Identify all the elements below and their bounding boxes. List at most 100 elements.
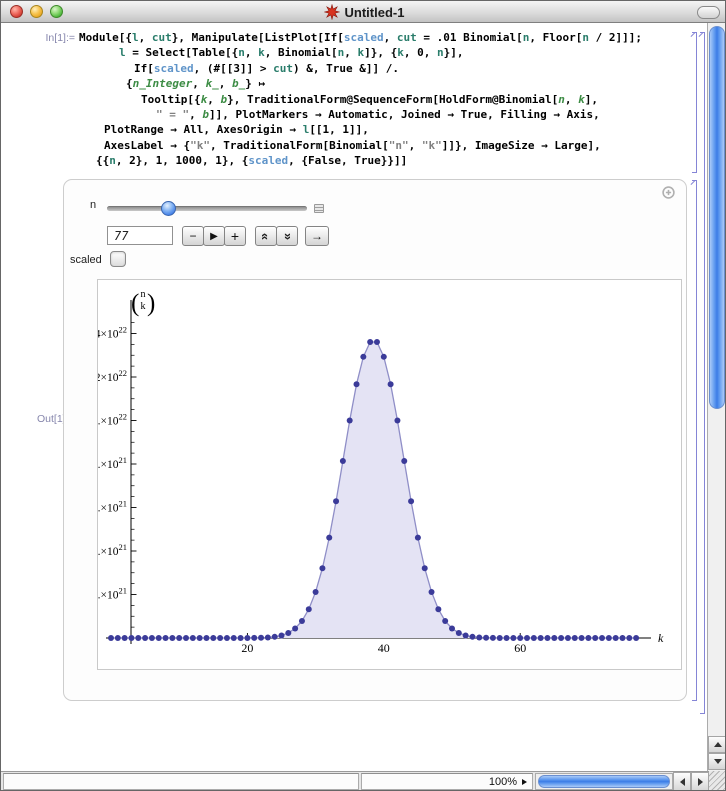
scaled-checkbox[interactable] [110, 251, 126, 267]
left-arrow-icon [680, 778, 685, 786]
notebook-window: Untitled-1 In[1]:= Module[{l, cut}, Mani… [0, 0, 726, 791]
plot-area[interactable]: 2.×10214.×10216.×10218.×10211.×10221.2×1… [97, 279, 682, 670]
n-slider[interactable] [107, 206, 307, 211]
data-point-marker [251, 635, 257, 641]
titlebar[interactable]: Untitled-1 [1, 1, 726, 23]
data-point-marker [210, 635, 216, 641]
data-point-marker [203, 635, 209, 641]
hide-controls-button[interactable] [314, 204, 324, 213]
data-point-marker [258, 635, 264, 641]
data-point-marker [381, 354, 387, 360]
speed-down-button[interactable]: « [276, 226, 298, 246]
magnification-menu[interactable]: 100% [361, 773, 533, 790]
binomial-listplot[interactable]: 2.×10214.×10216.×10218.×10211.×10221.2×1… [98, 280, 681, 669]
svg-text:1.4×1022: 1.4×1022 [98, 325, 127, 341]
step-plus-button[interactable]: + [224, 226, 246, 246]
scroll-right-button[interactable] [691, 772, 709, 791]
svg-text:1.2×1022: 1.2×1022 [98, 368, 127, 384]
data-point-marker [538, 635, 544, 641]
slider-thumb[interactable] [161, 201, 176, 216]
data-point-marker [633, 635, 639, 641]
menu-arrow-icon [522, 779, 527, 785]
data-point-marker [579, 635, 585, 641]
data-point-marker [592, 635, 598, 641]
data-point-marker [415, 535, 421, 541]
data-point-marker [279, 632, 285, 638]
input-cell-code[interactable]: Module[{l, cut}, Manipulate[ListPlot[If[… [79, 30, 689, 169]
data-point-marker [469, 634, 475, 640]
title-group: Untitled-1 [1, 1, 726, 23]
close-button[interactable] [10, 5, 23, 18]
scroll-up-button[interactable] [708, 736, 726, 753]
svg-text:4.×1021: 4.×1021 [98, 542, 127, 558]
code-line: {n_Integer, k_, b_} ↦ [79, 76, 689, 91]
data-point-marker [122, 635, 128, 641]
data-point-marker [265, 634, 271, 640]
scroll-down-button[interactable] [708, 753, 726, 770]
data-point-marker [490, 635, 496, 641]
data-point-marker [497, 635, 503, 641]
output-cell-bracket[interactable] [692, 180, 697, 701]
data-point-marker [551, 635, 557, 641]
svg-text:n: n [141, 289, 146, 300]
data-point-marker [449, 625, 455, 631]
data-point-marker [217, 635, 223, 641]
data-point-marker [558, 635, 564, 641]
data-point-marker [244, 635, 250, 641]
data-point-marker [442, 618, 448, 624]
data-point-marker [374, 339, 380, 345]
svg-text:40: 40 [378, 641, 390, 655]
data-point-marker [135, 635, 141, 641]
resize-grip[interactable] [709, 771, 726, 791]
data-point-marker [183, 635, 189, 641]
data-point-marker [388, 381, 394, 387]
direction-button[interactable]: → [305, 226, 329, 246]
data-point-marker [163, 635, 169, 641]
data-point-marker [319, 565, 325, 571]
svg-text:8.×1021: 8.×1021 [98, 455, 127, 471]
svg-text:60: 60 [514, 641, 526, 655]
code-line: {{n, 2}, 1, 1000, 1}, {scaled, {False, T… [79, 153, 689, 168]
step-minus-button[interactable]: − [182, 226, 204, 246]
manipulate-panel: n − ▶ + « « → scaled 2.×10214.×10216.×10… [63, 179, 687, 701]
toolbar-toggle-button[interactable] [697, 6, 720, 19]
svg-text:k: k [141, 301, 146, 312]
data-point-marker [333, 498, 339, 504]
data-point-marker [483, 635, 489, 641]
n-value-field[interactable] [107, 226, 173, 245]
speed-up-button[interactable]: « [255, 226, 277, 246]
data-point-marker [142, 635, 148, 641]
right-arrow-icon: → [311, 229, 323, 243]
cell-group-bracket[interactable] [700, 32, 705, 714]
data-point-marker [285, 630, 291, 636]
code-line: " = ", b]], PlotMarkers → Automatic, Joi… [79, 107, 689, 122]
plus-icon: + [231, 228, 239, 244]
data-point-marker [606, 635, 612, 641]
play-button[interactable]: ▶ [203, 226, 225, 246]
mathematica-spikey-icon [324, 4, 340, 20]
data-point-marker [517, 635, 523, 641]
manipulate-options-button[interactable] [662, 186, 675, 199]
scroll-left-button[interactable] [673, 772, 691, 791]
zoom-button[interactable] [50, 5, 63, 18]
data-point-marker [524, 635, 530, 641]
horizontal-scroll-thumb[interactable] [538, 775, 670, 788]
data-point-marker [544, 635, 550, 641]
minimize-button[interactable] [30, 5, 43, 18]
data-point-marker [456, 630, 462, 636]
down-arrow-icon [714, 759, 722, 764]
vertical-scrollbar[interactable] [707, 23, 726, 771]
horizontal-scrollbar[interactable] [535, 773, 673, 790]
data-point-marker [504, 635, 510, 641]
input-cell-bracket[interactable] [692, 32, 697, 173]
data-point-marker [531, 635, 537, 641]
filling-region [111, 342, 636, 638]
data-point-marker [108, 635, 114, 641]
data-point-marker [176, 635, 182, 641]
data-point-marker [231, 635, 237, 641]
vertical-scroll-thumb[interactable] [709, 26, 725, 409]
data-point-marker [367, 339, 373, 345]
data-point-marker [565, 635, 571, 641]
minus-icon: − [189, 229, 196, 243]
svg-text:1.×1022: 1.×1022 [98, 412, 127, 428]
